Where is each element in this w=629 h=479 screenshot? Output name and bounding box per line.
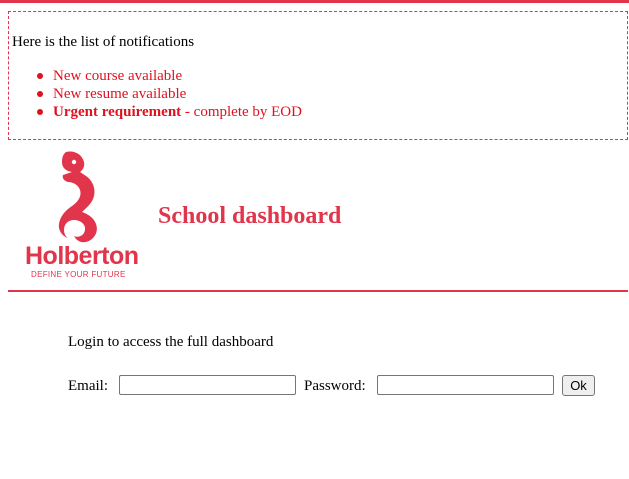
notification-item: New resume available (37, 85, 302, 103)
app-header: Holberton DEFINE YOUR FUTURE School dash… (0, 148, 629, 292)
notifications-list: New course available New resume availabl… (37, 67, 302, 121)
seahorse-icon (58, 151, 97, 243)
password-field[interactable] (377, 375, 554, 395)
urgent-label: Urgent requirement (53, 104, 182, 120)
notification-item-urgent: Urgent requirement - complete by EOD (37, 103, 302, 121)
notification-item: New course available (37, 67, 302, 85)
logo-wordmark: Holberton (25, 242, 139, 270)
ok-button[interactable]: Ok (562, 375, 595, 396)
email-field[interactable] (119, 375, 296, 395)
notifications-panel: Here is the list of notifications New co… (8, 11, 628, 140)
holberton-logo: Holberton DEFINE YOUR FUTURE (25, 151, 139, 279)
header-divider (8, 290, 628, 292)
page-title: School dashboard (158, 203, 342, 229)
top-border (0, 0, 629, 3)
login-prompt: Login to access the full dashboard (68, 334, 274, 350)
urgent-detail: - complete by EOD (181, 104, 302, 120)
password-label: Password: (304, 378, 366, 394)
email-label: Email: (68, 378, 108, 394)
logo-tagline: DEFINE YOUR FUTURE (31, 270, 126, 279)
notifications-intro: Here is the list of notifications (12, 34, 195, 50)
